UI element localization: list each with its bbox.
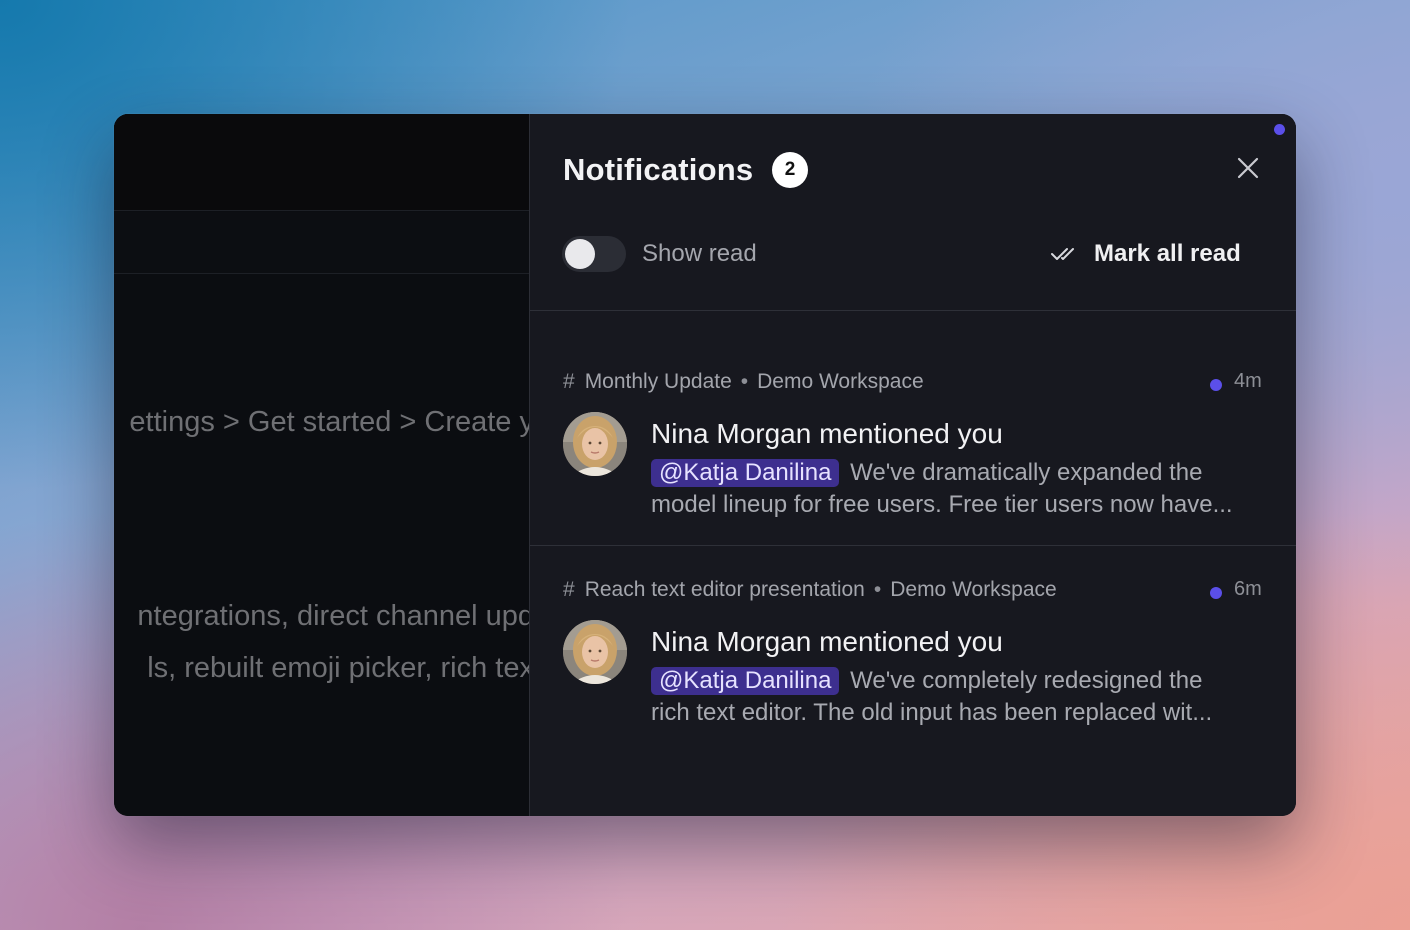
avatar (563, 620, 627, 684)
background-app-area: ettings > Get started > Create y ntegrat… (114, 114, 530, 816)
channel-name: Monthly Update (584, 370, 732, 393)
preview-line: We've completely redesigned the (850, 667, 1203, 694)
double-check-icon (1050, 244, 1076, 264)
mark-all-read-button[interactable]: Mark all read (1050, 234, 1241, 274)
workspace-name: Demo Workspace (890, 578, 1057, 601)
unread-dot (1210, 587, 1222, 599)
panel-title: Notifications (563, 152, 754, 187)
mention-tag[interactable]: @Katja Danilina (651, 667, 840, 695)
notification-item[interactable]: # Reach text editor presentation • Demo … (530, 562, 1296, 762)
channel-name: Reach text editor presentation (584, 578, 865, 601)
toggle-knob (565, 239, 595, 269)
background-toolbar (114, 114, 530, 211)
notification-meta: # Reach text editor presentation • Demo … (563, 578, 1057, 602)
panel-header: Notifications 2 Show read Mark all read (530, 114, 1296, 311)
notification-preview: @Katja Danilina We've dramatically expan… (651, 457, 1271, 521)
meta-separator: • (740, 370, 749, 393)
background-text-line: ntegrations, direct channel upd (137, 600, 530, 632)
app-window: ettings > Get started > Create y ntegrat… (114, 114, 1296, 816)
unread-dot (1210, 379, 1222, 391)
show-read-label: Show read (642, 240, 757, 267)
background-breadcrumb: ettings > Get started > Create y (129, 406, 530, 438)
notification-time: 6m (1234, 578, 1262, 600)
channel-hash-icon: # (563, 370, 575, 393)
notification-headline: Nina Morgan mentioned you (651, 418, 1003, 449)
close-button[interactable] (1230, 150, 1266, 186)
background-subbar (114, 212, 530, 274)
show-read-toggle[interactable] (562, 236, 626, 272)
notification-headline: Nina Morgan mentioned you (651, 626, 1003, 657)
meta-separator: • (873, 578, 882, 601)
notification-item[interactable]: # Monthly Update • Demo Workspace 4m Nin… (530, 354, 1296, 546)
preview-line: model lineup for free users. Free tier u… (651, 491, 1233, 518)
notification-preview: @Katja Danilina We've completely redesig… (651, 665, 1271, 729)
status-dot (1274, 124, 1285, 135)
avatar (563, 412, 627, 476)
mention-tag[interactable]: @Katja Danilina (651, 459, 840, 487)
background-text-line: ls, rebuilt emoji picker, rich tex (147, 652, 530, 684)
notification-time: 4m (1234, 370, 1262, 392)
preview-line: rich text editor. The old input has been… (651, 699, 1213, 726)
notifications-panel: Notifications 2 Show read Mark all read … (529, 114, 1296, 816)
channel-hash-icon: # (563, 578, 575, 601)
notification-meta: # Monthly Update • Demo Workspace (563, 370, 924, 394)
mark-all-read-label: Mark all read (1094, 240, 1241, 267)
preview-line: We've dramatically expanded the (850, 459, 1203, 486)
close-icon (1237, 157, 1259, 179)
unread-count-badge: 2 (772, 152, 808, 188)
workspace-name: Demo Workspace (757, 370, 924, 393)
